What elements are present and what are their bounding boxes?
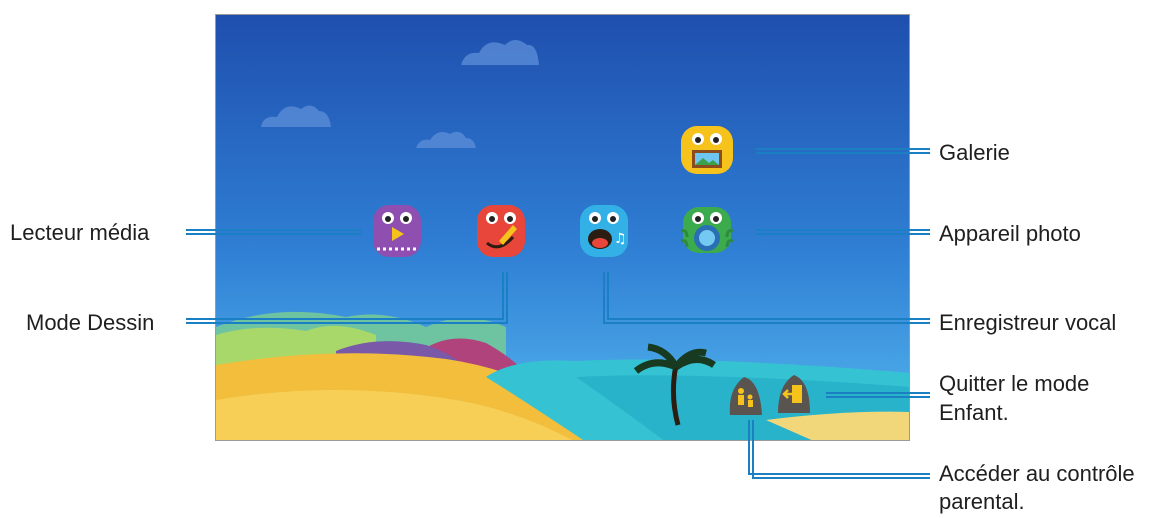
voice-recorder-app-icon[interactable]: ♫ xyxy=(576,203,632,259)
svg-text:♫: ♫ xyxy=(614,231,627,247)
drawing-mode-app-icon[interactable] xyxy=(473,203,529,259)
callout-parental-line2: parental. xyxy=(939,489,1025,514)
callout-exit-line1: Quitter le mode xyxy=(939,371,1090,396)
drawing-mode-icon xyxy=(477,205,525,257)
kids-mode-home-screen: ♫ xyxy=(215,14,910,441)
exit-kids-mode-button[interactable] xyxy=(776,373,812,413)
callout-camera: Appareil photo xyxy=(939,221,1081,246)
callout-voice-recorder: Enregistreur vocal xyxy=(939,310,1117,335)
callout-media-player: Lecteur média xyxy=(10,220,150,245)
camera-app-icon[interactable] xyxy=(679,203,735,259)
callout-exit-line2: Enfant. xyxy=(939,400,1009,425)
parental-control-button[interactable] xyxy=(728,375,764,415)
callout-gallery: Galerie xyxy=(939,140,1010,165)
callout-drawing-mode: Mode Dessin xyxy=(26,310,155,335)
voice-recorder-icon: ♫ xyxy=(580,205,628,257)
exit-door-icon xyxy=(778,375,810,413)
gallery-app-icon[interactable] xyxy=(679,122,735,178)
gallery-icon xyxy=(681,126,733,174)
camera-icon xyxy=(680,207,734,253)
media-player-icon xyxy=(373,205,421,257)
media-player-app-icon[interactable] xyxy=(369,203,425,259)
callout-parental-line1: Accéder au contrôle xyxy=(939,461,1135,486)
parental-control-icon xyxy=(729,377,762,415)
